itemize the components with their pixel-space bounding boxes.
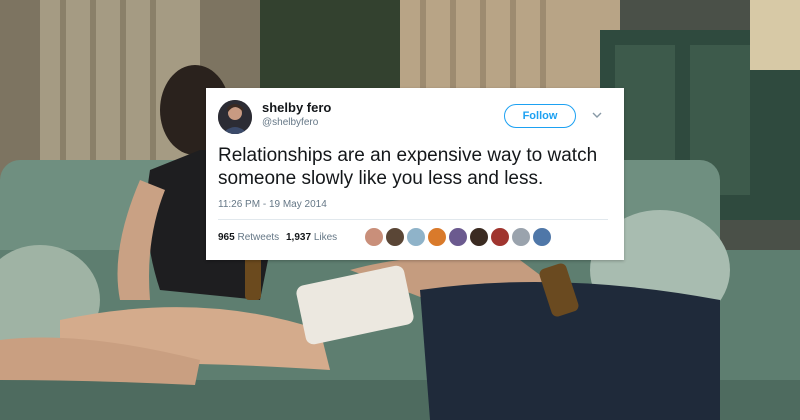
chevron-down-icon[interactable] — [590, 108, 604, 122]
follow-button[interactable]: Follow — [504, 104, 576, 128]
liker-avatar[interactable] — [511, 227, 531, 247]
profile-photo-icon — [218, 100, 252, 134]
liker-avatar[interactable] — [427, 227, 447, 247]
tweet-stats: 965 Retweets 1,937 Likes — [218, 226, 612, 252]
retweets-label: Retweets — [237, 232, 280, 243]
display-name[interactable]: shelby fero — [262, 100, 331, 116]
liker-avatar[interactable] — [364, 227, 384, 247]
tweet-timestamp[interactable]: 11:26 PM - 19 May 2014 — [218, 199, 612, 211]
liker-avatar[interactable] — [448, 227, 468, 247]
tweet-header: shelby fero @shelbyfero Follow — [218, 98, 612, 138]
retweets-stat[interactable]: 965 Retweets — [218, 232, 279, 243]
avatar[interactable] — [218, 100, 252, 134]
tweet-text: Relationships are an expensive way to wa… — [218, 145, 598, 189]
handle[interactable]: @shelbyfero — [262, 116, 331, 130]
liker-avatar[interactable] — [490, 227, 510, 247]
likes-label: Likes — [313, 232, 338, 243]
liker-avatar[interactable] — [469, 227, 489, 247]
divider — [218, 219, 608, 220]
likes-count: 1,937 — [286, 232, 312, 243]
tweet-card: shelby fero @shelbyfero Follow Relations… — [206, 88, 624, 260]
likes-stat[interactable]: 1,937 Likes — [286, 232, 337, 243]
retweets-count: 965 — [218, 232, 235, 243]
author-names: shelby fero @shelbyfero — [262, 100, 331, 130]
liker-avatar[interactable] — [385, 227, 405, 247]
liker-avatar[interactable] — [532, 227, 552, 247]
liker-avatar[interactable] — [406, 227, 426, 247]
